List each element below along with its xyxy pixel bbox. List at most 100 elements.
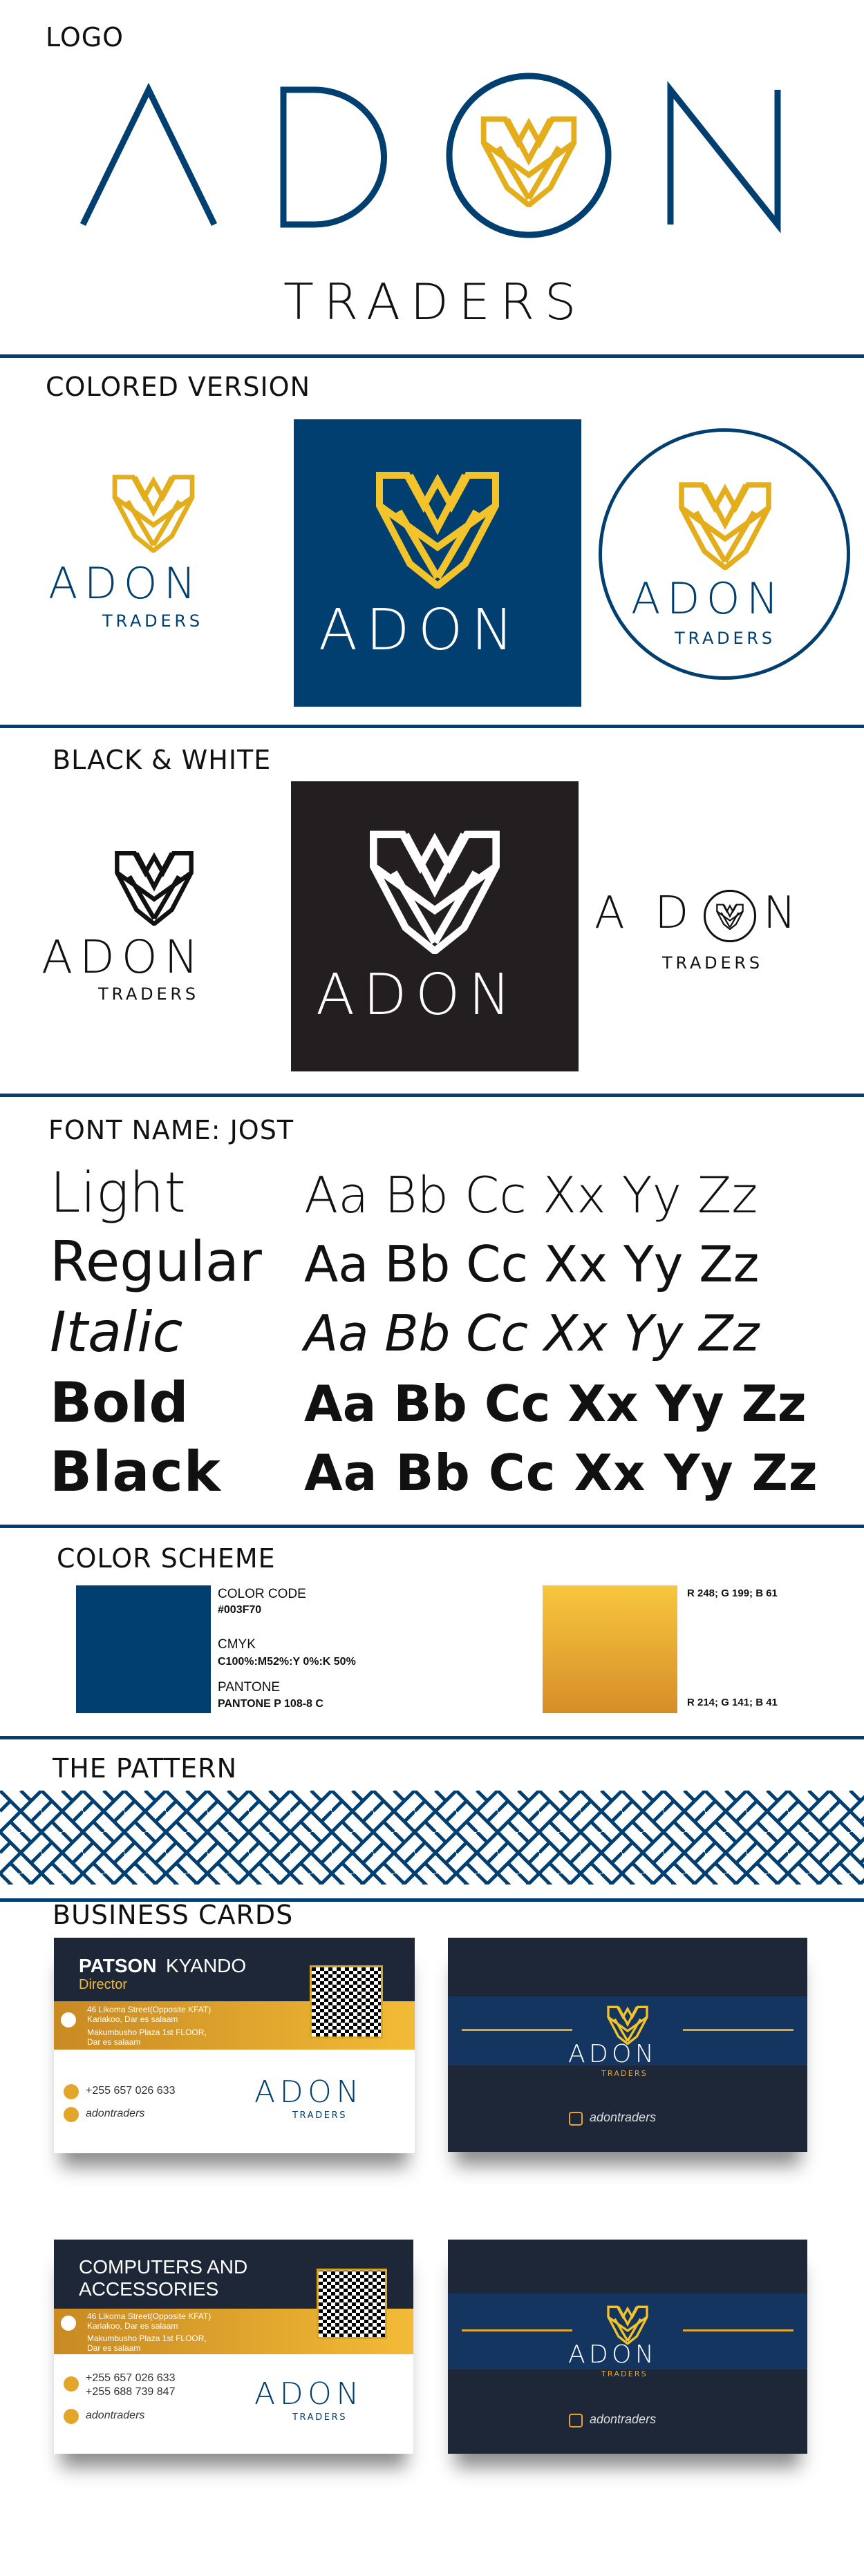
gold-line — [462, 2329, 572, 2331]
card-phone: +255 688 739 847 — [86, 2386, 176, 2398]
logo-subtitle: TRADERS — [675, 629, 776, 648]
home-icon — [61, 2316, 76, 2331]
instagram-icon — [64, 2107, 79, 2122]
business-card-back-2: ADON TRADERS adontraders — [448, 2240, 807, 2454]
color-code-label: COLOR CODE — [218, 1587, 306, 1601]
crown-icon — [607, 2005, 648, 2045]
divider — [0, 1736, 864, 1739]
card-back-wordmark: ADON — [568, 2040, 658, 2068]
font-weight-black: Black — [50, 1440, 222, 1504]
card-first-name: PATSON — [79, 1955, 157, 1976]
logo-wordmark: ADON — [41, 931, 205, 984]
instagram-icon — [64, 2409, 79, 2424]
font-sample-black: Aa Bb Cc Xx Yy Zz — [304, 1444, 818, 1502]
logo-wordmark: ADON — [316, 962, 520, 1028]
card-address-line: 46 Likoma Street(Opposite KFAT) — [87, 2005, 212, 2014]
business-card-front-1: PATSON KYANDO Director 46 Likoma Street(… — [54, 1938, 415, 2153]
instagram-icon — [569, 2112, 583, 2126]
bw-logo-square: ADON — [291, 781, 579, 1071]
card-address-line: Dar es salaam — [87, 2343, 141, 2353]
card-logo-wordmark: ADON — [254, 2376, 364, 2412]
font-sample-italic: Aa Bb Cc Xx Yy Zz — [304, 1304, 760, 1362]
crown-icon — [373, 834, 496, 951]
gold-line — [683, 2029, 793, 2031]
font-weight-regular: Regular — [50, 1230, 262, 1294]
colored-section-title: COLORED VERSION — [46, 372, 310, 402]
card-back-social: adontraders — [590, 2110, 657, 2124]
business-card-back-1: ADON TRADERS adontraders — [448, 1938, 807, 2152]
brand-pattern — [0, 1791, 864, 1885]
color-scheme-title: COLOR SCHEME — [57, 1543, 276, 1574]
main-logo-subtitle: TRADERS — [283, 273, 586, 331]
crown-icon — [682, 485, 769, 568]
cmyk-value: C100%:M52%:Y 0%:K 50% — [218, 1656, 356, 1668]
logo-subtitle: TRADERS — [102, 611, 203, 631]
navy-swatch — [76, 1585, 211, 1713]
font-sample-light: Aa Bb Cc Xx Yy Zz — [304, 1166, 758, 1224]
font-section-title: FONT NAME: JOST — [48, 1115, 294, 1145]
gold-swatch — [543, 1585, 677, 1713]
card-address-line: Makumbusho Plaza 1st FLOOR, — [87, 2334, 207, 2343]
colored-logo-left: ADON TRADERS — [48, 470, 256, 642]
card-back-social: adontraders — [590, 2412, 657, 2426]
font-weight-italic: Italic — [50, 1300, 183, 1364]
phone-icon — [64, 2376, 79, 2392]
font-weight-light: Light — [50, 1161, 186, 1225]
color-code-value: #003F70 — [218, 1604, 262, 1616]
cards-title: BUSINESS CARDS — [53, 1900, 294, 1930]
pantone-value: PANTONE P 108-8 C — [218, 1698, 323, 1710]
card-address-line: Dar es salaam — [87, 2037, 141, 2047]
instagram-icon — [569, 2414, 583, 2427]
phone-icon — [64, 2084, 79, 2099]
card-social: adontraders — [86, 2410, 145, 2421]
logo-wordmark: A DN — [594, 888, 804, 942]
bw-section-title: BLACK & WHITE — [53, 745, 272, 775]
card-back-wordmark: ADON — [568, 2340, 658, 2369]
cmyk-label: CMYK — [218, 1637, 256, 1652]
crown-icon — [716, 903, 744, 930]
card-logo-wordmark: ADON — [254, 2074, 364, 2110]
crown-icon — [379, 475, 496, 586]
font-sample-regular: Aa Bb Cc Xx Yy Zz — [304, 1235, 760, 1293]
gold-line — [462, 2029, 572, 2031]
card-headline: ACCESSORIES — [79, 2278, 219, 2300]
font-sample-bold: Aa Bb Cc Xx Yy Zz — [304, 1375, 807, 1433]
font-weight-bold: Bold — [50, 1371, 189, 1435]
colored-logo-square: ADON — [294, 419, 581, 707]
card-logo-subtitle: TRADERS — [292, 2110, 348, 2121]
crown-icon — [115, 477, 192, 551]
card-address-line: Kariakoo, Dar es salaam — [87, 2014, 178, 2024]
logo-wordmark: ADON — [319, 598, 523, 663]
business-card-front-2: COMPUTERS AND ACCESSORIES 46 Likoma Stre… — [54, 2240, 413, 2454]
colored-logo-circle: ADON TRADERS — [599, 428, 850, 680]
logo-wordmark: ADON — [48, 558, 203, 609]
card-last-name: KYANDO — [166, 1955, 247, 1976]
card-address-line: 46 Likoma Street(Opposite KFAT) — [87, 2311, 212, 2321]
card-back-subtitle: TRADERS — [601, 2069, 648, 2078]
qr-code — [317, 2269, 387, 2339]
gold-bottom-rgb: R 214; G 141; B 41 — [687, 1697, 778, 1708]
divider — [0, 354, 864, 358]
card-phone: +255 657 026 633 — [86, 2372, 176, 2384]
crown-icon — [117, 853, 191, 924]
divider — [0, 1525, 864, 1528]
card-logo-subtitle: TRADERS — [292, 2412, 348, 2423]
gold-line — [683, 2329, 793, 2331]
logo-wordmark: ADON — [631, 573, 785, 624]
divider — [0, 1094, 864, 1097]
card-role: Director — [79, 1977, 128, 1992]
card-social: adontraders — [86, 2108, 145, 2119]
bw-logo-inline: A DN TRADERS — [594, 888, 857, 991]
pantone-label: PANTONE — [218, 1680, 281, 1695]
card-headline: COMPUTERS AND — [79, 2256, 248, 2278]
card-address-line: Makumbusho Plaza 1st FLOOR, — [87, 2028, 207, 2037]
home-icon — [61, 2012, 76, 2028]
gold-top-rgb: R 248; G 199; B 61 — [687, 1587, 778, 1599]
pattern-title: THE PATTERN — [53, 1753, 237, 1784]
card-back-subtitle: TRADERS — [601, 2369, 648, 2378]
card-address-line: Kariakoo, Dar es salaam — [87, 2321, 178, 2331]
bw-logo-left: ADON TRADERS — [41, 846, 270, 1012]
logo-subtitle: TRADERS — [98, 984, 199, 1004]
divider — [0, 725, 864, 728]
card-phone: +255 657 026 633 — [86, 2085, 176, 2097]
